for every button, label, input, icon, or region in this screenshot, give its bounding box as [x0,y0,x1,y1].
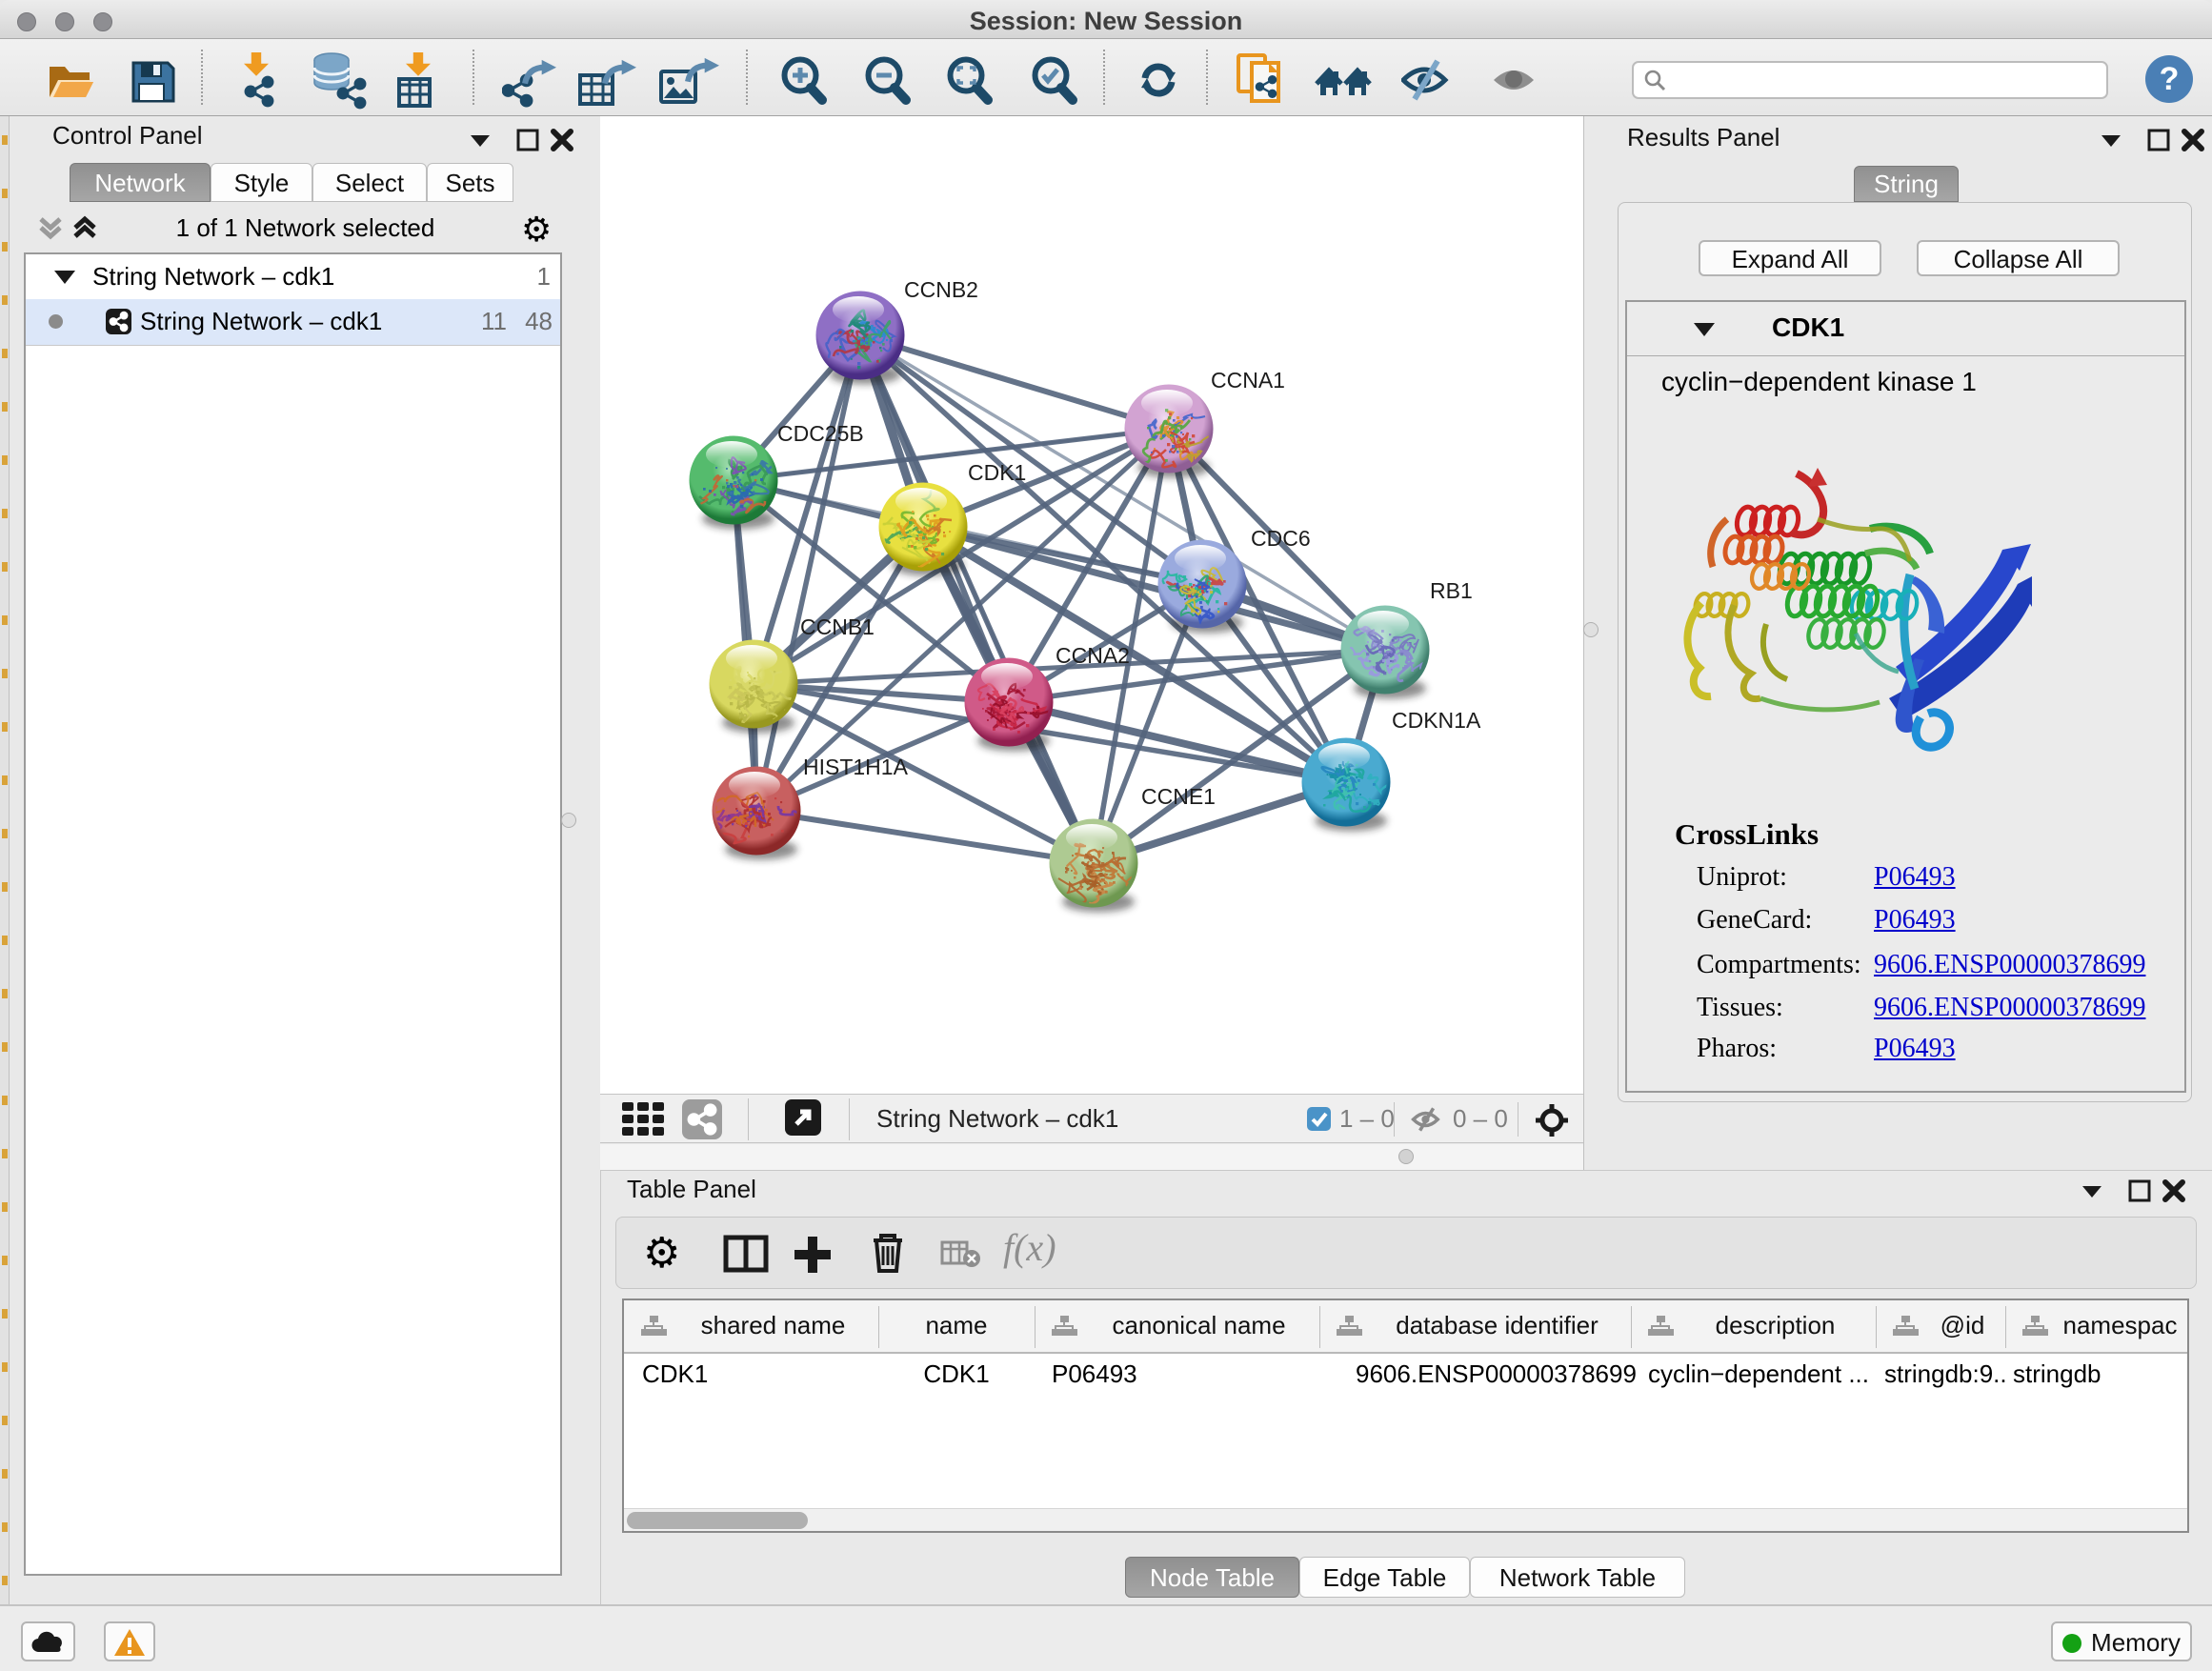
svg-text:CCNB2: CCNB2 [904,277,978,302]
svg-text:CCNA1: CCNA1 [1211,368,1285,393]
svg-text:RB1: RB1 [1430,578,1473,603]
svg-text:CDKN1A: CDKN1A [1392,708,1481,733]
svg-text:CCNE1: CCNE1 [1141,784,1216,809]
svg-text:CCNA2: CCNA2 [1056,643,1130,668]
svg-text:HIST1H1A: HIST1H1A [803,755,909,779]
svg-text:CDC25B: CDC25B [777,421,864,446]
svg-text:CDC6: CDC6 [1251,526,1311,551]
svg-text:CCNB1: CCNB1 [800,614,875,639]
svg-text:CDK1: CDK1 [968,460,1026,485]
